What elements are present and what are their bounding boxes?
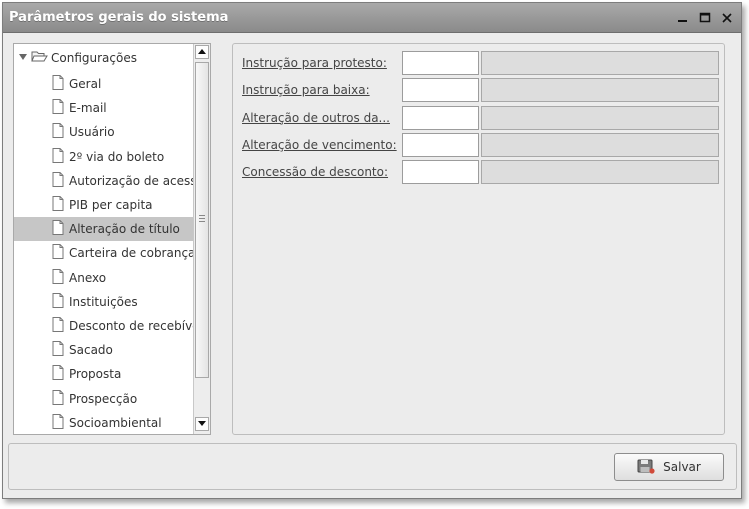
- scroll-down-arrow-icon[interactable]: [195, 417, 209, 431]
- tree-item-label: Sacado: [69, 343, 113, 358]
- save-disk-icon: [637, 458, 655, 477]
- save-button-label: Salvar: [663, 460, 701, 474]
- tree-item-label: Prospecção: [69, 391, 138, 406]
- code-input[interactable]: [402, 105, 479, 130]
- description-field: [481, 78, 719, 103]
- tree-item-label: Instituições: [69, 294, 138, 309]
- expand-arrow-icon[interactable]: [18, 51, 28, 65]
- tree-item-label: Desconto de recebíveis: [69, 319, 194, 333]
- form-row-4: Alteração de vencimento:: [233, 132, 726, 157]
- document-icon: [52, 99, 64, 117]
- tree-item-15[interactable]: Socioambiental: [14, 411, 194, 434]
- tree-item-label: Proposta: [69, 367, 122, 382]
- tree-item-label: Carteira de cobrança: [69, 246, 194, 261]
- field-label-link[interactable]: Alteração de vencimento:: [242, 138, 397, 152]
- document-icon: [52, 220, 64, 238]
- document-icon: [52, 75, 64, 93]
- maximize-icon[interactable]: [697, 9, 713, 27]
- field-label-link[interactable]: Instrução para protesto:: [242, 56, 387, 70]
- field-label-link[interactable]: Alteração de outros da...: [242, 111, 390, 125]
- title-bar[interactable]: Parâmetros gerais do sistema: [3, 3, 741, 33]
- document-icon: [52, 365, 64, 383]
- tree-item-14[interactable]: Prospecção: [14, 387, 194, 411]
- tree-item-10[interactable]: Instituições: [14, 290, 194, 314]
- tree-item-label: Anexo: [69, 270, 107, 285]
- description-field: [481, 51, 719, 75]
- tree-item-label: E-mail: [69, 101, 107, 116]
- document-icon: [52, 171, 64, 190]
- document-icon: [52, 341, 64, 359]
- tree-item-12[interactable]: Sacado: [14, 338, 194, 362]
- tree-item-9[interactable]: Anexo: [14, 266, 194, 290]
- document-icon: [52, 389, 64, 408]
- tree-item-11[interactable]: Desconto de recebíveis: [14, 314, 194, 338]
- tree-item-8[interactable]: Carteira de cobrança: [14, 241, 194, 265]
- form-row-3: Alteração de outros da...: [233, 105, 726, 130]
- description-field: [481, 105, 719, 130]
- tree-item-3[interactable]: Usuário: [14, 120, 194, 144]
- dialog-window: Parâmetros gerais do sistema Configuraçõ…: [2, 2, 742, 499]
- form-row-5: Concessão de desconto:: [233, 160, 726, 185]
- tree-root-label: Configurações: [51, 51, 137, 65]
- document-icon: [52, 244, 64, 262]
- form-row-1: Instrução para protesto:: [233, 51, 726, 75]
- code-input[interactable]: [402, 78, 479, 103]
- field-label-link[interactable]: Concessão de desconto:: [242, 165, 388, 179]
- document-icon: [52, 413, 64, 432]
- tree-root-configuracoes[interactable]: Configurações: [18, 48, 137, 68]
- scroll-up-arrow-icon[interactable]: [195, 45, 209, 59]
- close-icon[interactable]: [719, 9, 735, 27]
- tree-item-label: Alteração de título: [69, 222, 180, 237]
- window-controls: [675, 9, 735, 27]
- document-icon: [52, 292, 64, 311]
- code-input[interactable]: [402, 160, 479, 185]
- minimize-icon[interactable]: [675, 9, 691, 27]
- tree-item-label: PIB per capita: [69, 198, 153, 212]
- form-panel: Instrução para protesto: Instrução para …: [232, 43, 725, 435]
- document-icon: [52, 196, 64, 214]
- document-icon: [52, 147, 64, 166]
- tree-item-label: 2º via do boleto: [69, 149, 165, 164]
- settings-tree: Configurações Geral E-mail Usuário 2º vi…: [13, 43, 211, 435]
- tree-item-5[interactable]: Autorização de acesso: [14, 169, 194, 193]
- tree-item-label: Autorização de acesso: [69, 173, 194, 188]
- tree-item-2[interactable]: E-mail: [14, 96, 194, 120]
- window-title: Parâmetros gerais do sistema: [9, 10, 229, 25]
- save-button[interactable]: Salvar: [614, 453, 724, 481]
- folder-open-icon: [31, 50, 48, 66]
- tree-item-13[interactable]: Proposta: [14, 362, 194, 386]
- document-icon: [52, 317, 64, 335]
- tree-item-label: Socioambiental: [69, 415, 162, 430]
- document-icon: [52, 123, 64, 141]
- scrollbar-thumb[interactable]: [195, 62, 209, 378]
- code-input[interactable]: [402, 51, 479, 75]
- tree-item-1[interactable]: Geral: [14, 72, 194, 96]
- tree-item-6[interactable]: PIB per capita: [14, 193, 194, 217]
- description-field: [481, 132, 719, 157]
- tree-item-4[interactable]: 2º via do boleto: [14, 145, 194, 169]
- form-row-2: Instrução para baixa:: [233, 78, 726, 103]
- tree-item-label: Usuário: [69, 125, 115, 140]
- tree-list: Configurações Geral E-mail Usuário 2º vi…: [14, 44, 194, 434]
- tree-scrollbar[interactable]: [193, 44, 210, 434]
- tree-item-label: Geral: [69, 77, 102, 91]
- description-field: [481, 160, 719, 185]
- footer-bar: Salvar: [8, 443, 737, 490]
- document-icon: [52, 268, 64, 287]
- field-label-link[interactable]: Instrução para baixa:: [242, 83, 370, 97]
- grip-icon: [199, 215, 205, 224]
- code-input[interactable]: [402, 132, 479, 157]
- tree-item-7[interactable]: Alteração de título: [14, 217, 194, 242]
